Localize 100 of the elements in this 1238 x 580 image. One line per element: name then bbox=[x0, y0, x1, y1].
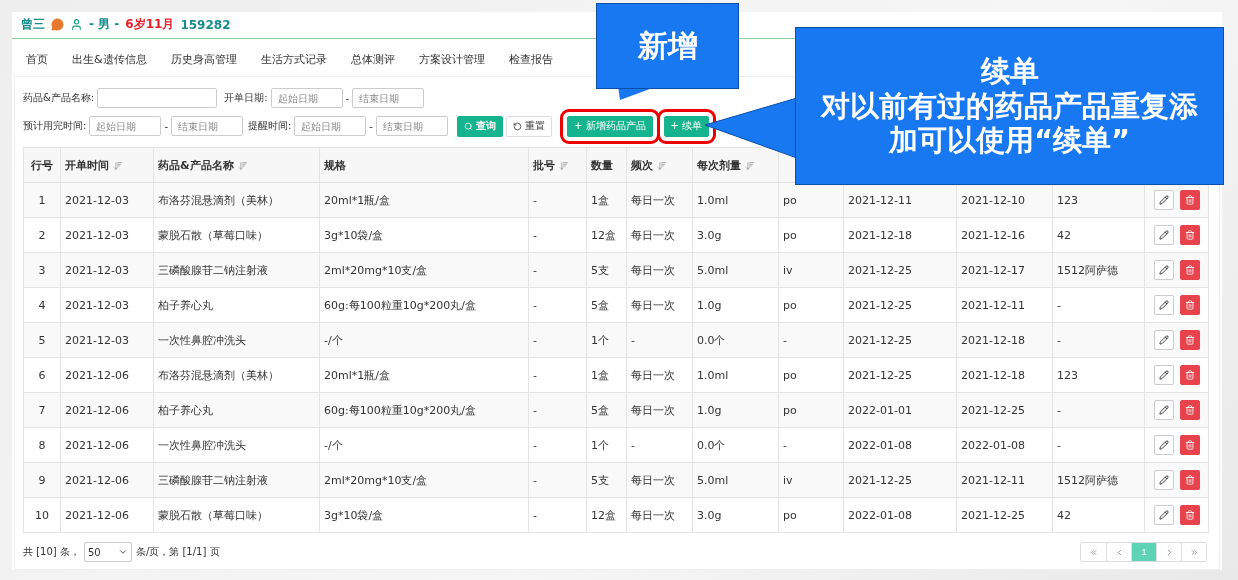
table-cell: 三磷酸腺苷二钠注射液 bbox=[153, 462, 320, 498]
table-cell: - bbox=[1052, 392, 1145, 428]
column-header[interactable]: 批号 bbox=[528, 147, 587, 183]
nav-tab[interactable]: 总体测评 bbox=[350, 51, 395, 67]
delete-button[interactable] bbox=[1179, 225, 1200, 245]
table-cell: po bbox=[778, 217, 844, 253]
edit-button[interactable] bbox=[1153, 225, 1174, 245]
trash-icon bbox=[1184, 230, 1195, 240]
filter-label: 提醒时间: bbox=[248, 119, 292, 133]
table-cell: - bbox=[528, 497, 587, 533]
table-cell: po bbox=[778, 357, 844, 393]
table-cell: - bbox=[528, 357, 587, 393]
range-dash: - bbox=[164, 120, 168, 132]
table-cell: po bbox=[778, 287, 844, 323]
table-cell: 2ml*20mg*10支/盒 bbox=[319, 252, 529, 288]
table-cell: 2021-12-25 bbox=[843, 322, 957, 358]
column-header[interactable]: 频次 bbox=[626, 147, 693, 183]
table-cell: 2021-12-17 bbox=[956, 252, 1053, 288]
delete-button[interactable] bbox=[1179, 295, 1200, 315]
sort-icon[interactable] bbox=[559, 160, 569, 171]
table-cell: 2022-01-08 bbox=[843, 427, 957, 463]
trash-icon bbox=[1184, 475, 1195, 485]
page-size-select[interactable]: 50 bbox=[83, 542, 132, 562]
table-cell: iv bbox=[778, 462, 844, 498]
table-cell: 一次性鼻腔冲洗头 bbox=[153, 322, 320, 358]
table-cell: - bbox=[528, 322, 587, 358]
table-cell: 2021-12-25 bbox=[956, 497, 1053, 533]
sort-icon[interactable] bbox=[745, 160, 755, 171]
edit-button[interactable] bbox=[1153, 295, 1174, 315]
column-header[interactable]: 开单时间 bbox=[60, 147, 154, 183]
nav-tab[interactable]: 生活方式记录 bbox=[260, 51, 327, 67]
delete-button[interactable] bbox=[1179, 365, 1200, 385]
delete-button[interactable] bbox=[1179, 470, 1200, 490]
callout-box: 新增 bbox=[596, 3, 739, 89]
table-cell: 2021-12-25 bbox=[956, 392, 1053, 428]
delete-button[interactable] bbox=[1179, 400, 1200, 420]
table-cell: - bbox=[528, 217, 587, 253]
chat-icon[interactable] bbox=[51, 18, 64, 32]
pencil-icon bbox=[1158, 300, 1169, 310]
date-field[interactable]: 结束日期 bbox=[171, 116, 243, 136]
sort-icon[interactable] bbox=[657, 160, 667, 171]
table-cell: 2ml*20mg*10支/盒 bbox=[319, 462, 529, 498]
table-cell: 每日一次 bbox=[626, 357, 693, 393]
delete-button[interactable] bbox=[1179, 330, 1200, 350]
table-cell: 42 bbox=[1052, 497, 1145, 533]
date-field[interactable]: 结束日期 bbox=[352, 88, 425, 108]
nav-tab[interactable]: 出生&遗传信息 bbox=[72, 51, 147, 67]
date-field[interactable]: 起始日期 bbox=[89, 116, 162, 136]
filter-label: 药品&产品名称: bbox=[23, 91, 95, 105]
edit-button[interactable] bbox=[1153, 260, 1174, 280]
date-field[interactable]: 结束日期 bbox=[375, 116, 448, 136]
column-header[interactable]: 每次剂量 bbox=[692, 147, 779, 183]
nav-tab[interactable]: 历史身高管理 bbox=[170, 51, 237, 67]
patient-sex: - 男 - bbox=[89, 16, 120, 34]
table-cell: 每日一次 bbox=[626, 252, 693, 288]
edit-button[interactable] bbox=[1153, 470, 1174, 490]
delete-button[interactable] bbox=[1179, 435, 1200, 455]
edit-button[interactable] bbox=[1153, 505, 1174, 525]
edit-button[interactable] bbox=[1153, 435, 1174, 455]
table-cell: 1512阿萨德 bbox=[1052, 252, 1145, 288]
date-field[interactable]: 起始日期 bbox=[294, 116, 367, 136]
column-header[interactable]: 药品&产品名称 bbox=[153, 147, 320, 183]
edit-button[interactable] bbox=[1153, 400, 1174, 420]
reset-button[interactable]: 重置 bbox=[505, 115, 552, 137]
table-cell: 0.0个 bbox=[692, 322, 779, 358]
table-cell: 2021-12-06 bbox=[60, 427, 154, 463]
column-header: 行号 bbox=[23, 147, 61, 183]
search-icon bbox=[463, 121, 473, 131]
nav-tab[interactable]: 检查报告 bbox=[508, 51, 553, 67]
edit-button[interactable] bbox=[1153, 365, 1174, 385]
edit-button[interactable] bbox=[1153, 330, 1174, 350]
table-cell: 2021-12-03 bbox=[60, 252, 154, 288]
table-cell: 5 bbox=[23, 322, 61, 358]
page-summary: 条/页，第 [1/1] 页 bbox=[135, 545, 220, 559]
delete-button[interactable] bbox=[1179, 190, 1200, 210]
range-dash: - bbox=[369, 120, 373, 132]
name-field[interactable] bbox=[97, 88, 218, 108]
sort-icon[interactable] bbox=[113, 160, 123, 171]
delete-button[interactable] bbox=[1179, 505, 1200, 525]
nav-tab[interactable]: 首页 bbox=[26, 51, 48, 67]
date-field[interactable]: 起始日期 bbox=[270, 88, 343, 108]
table-cell: - bbox=[528, 392, 587, 428]
pencil-icon bbox=[1158, 475, 1169, 485]
table-cell: 柏子养心丸 bbox=[153, 287, 320, 323]
delete-button[interactable] bbox=[1179, 260, 1200, 280]
table-cell: 每日一次 bbox=[626, 462, 693, 498]
edit-button[interactable] bbox=[1153, 190, 1174, 210]
table-cell: 5.0ml bbox=[692, 252, 779, 288]
nav-tab[interactable]: 方案设计管理 bbox=[418, 51, 485, 67]
table-cell: 2021-12-06 bbox=[60, 392, 154, 428]
trash-icon bbox=[1184, 405, 1195, 415]
pencil-icon bbox=[1158, 510, 1169, 520]
trash-icon bbox=[1184, 195, 1195, 205]
table-cell: 每日一次 bbox=[626, 287, 693, 323]
table-cell: 一次性鼻腔冲洗头 bbox=[153, 427, 320, 463]
table-cell: 20ml*1瓶/盒 bbox=[319, 182, 529, 218]
trash-icon bbox=[1184, 510, 1195, 520]
table-cell: 2021-12-16 bbox=[956, 217, 1053, 253]
table-cell: 2021-12-11 bbox=[956, 462, 1053, 498]
sort-icon[interactable] bbox=[237, 160, 248, 171]
